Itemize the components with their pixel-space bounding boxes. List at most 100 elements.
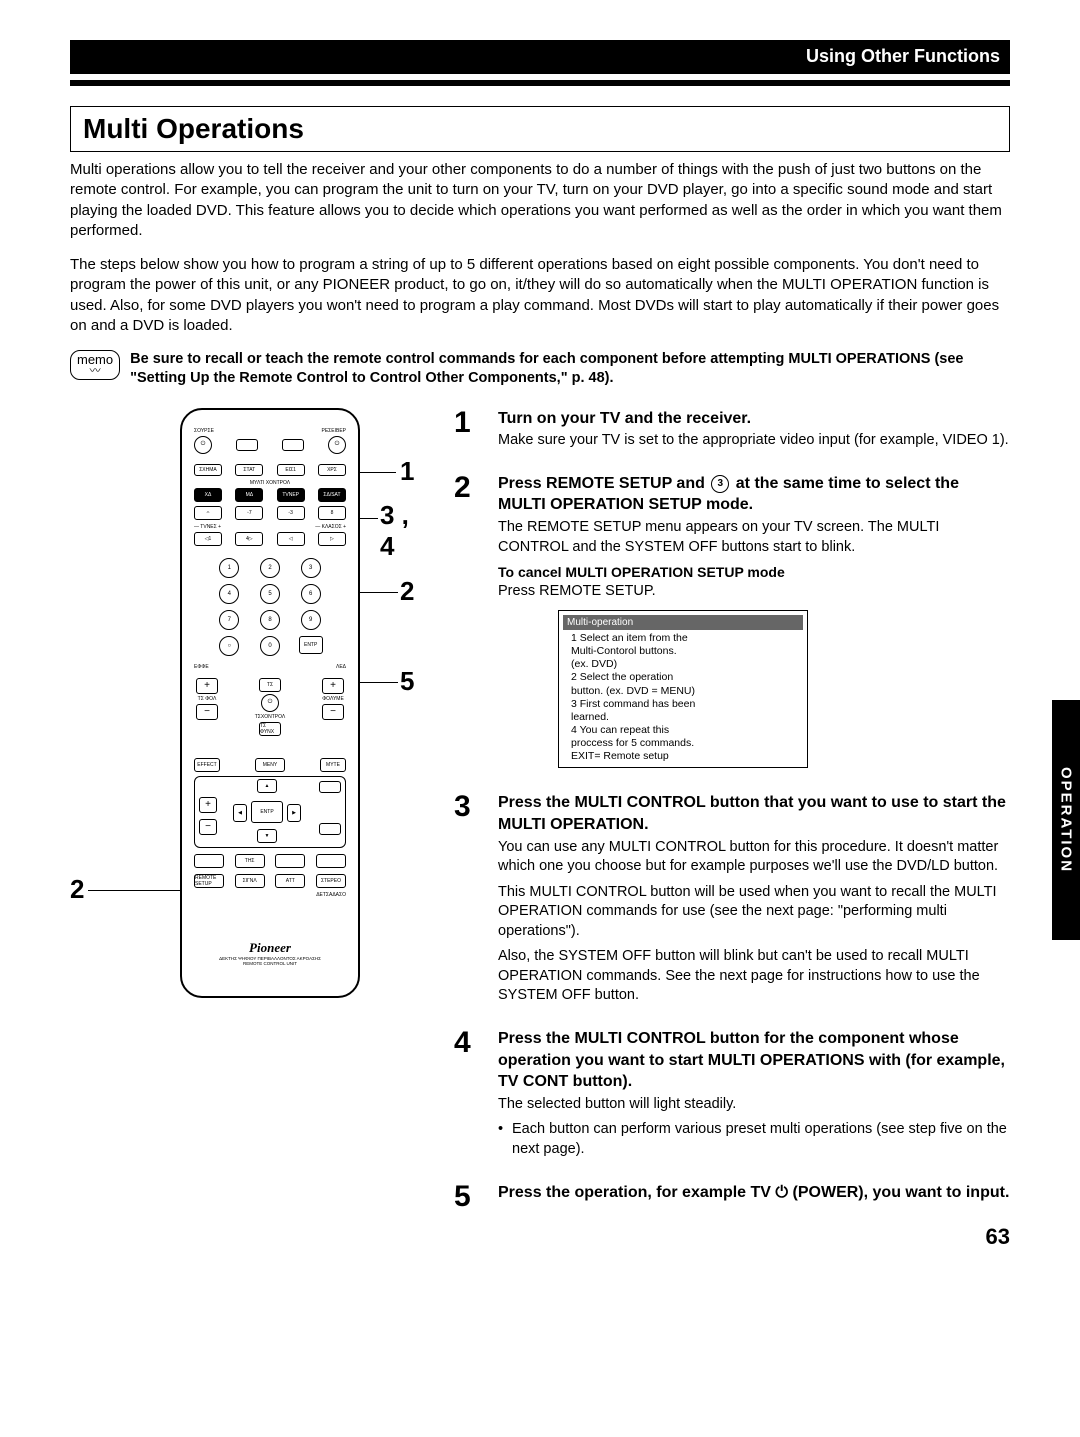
memo-row: memo 〰 Be sure to recall or teach the re… (70, 350, 1010, 388)
btn-small-2: ΣΤΑΤ (235, 464, 263, 476)
system-off-button (282, 439, 304, 451)
btn-2a: ΤΗΣ (235, 854, 265, 868)
callout-right-5: 5 (400, 666, 414, 697)
btn-small-3: ΕΙΣ1 (277, 464, 305, 476)
step-2-heading-a: Press REMOTE SETUP and (498, 475, 709, 492)
numpad-4: 4 (219, 584, 239, 604)
btn-2c (316, 854, 346, 868)
multi-btn-4: ΣΔ/SAT (318, 488, 346, 502)
numpad-9: 9 (301, 610, 321, 630)
btn-row4-1: ◁1 (194, 532, 222, 546)
callout-right-34: 3 , 4 (380, 500, 430, 562)
step-2-number: 2 (454, 473, 484, 777)
step-3-body3: Also, the SYSTEM OFF button will blink b… (498, 947, 1010, 1006)
remote-illustration-column: 2 1 3 , 4 2 5 ΣΟΥΡΣΕΡΕΣΕΙΒΕΡ (70, 408, 430, 1228)
step-2-body1: The REMOTE SETUP menu appears on your TV… (498, 518, 1010, 557)
multi-btn-1: ΧΔ (194, 488, 222, 502)
step-4-bullet: Each button can perform various preset m… (498, 1120, 1010, 1159)
step-1-body: Make sure your TV is set to the appropri… (498, 431, 1010, 451)
screen-line-4: button. (ex. DVD = MENU) (571, 685, 803, 698)
source-power-icon: ⏻ (194, 436, 212, 454)
multi-btn-6: ◦7 (235, 506, 263, 520)
remote-control-illustration: ΣΟΥΡΣΕΡΕΣΕΙΒΕΡ ⏻ ⏻ ΣΧΗΜΑ ΣΤΑΤ ΕΙΣ1 ΧΡΣ (180, 408, 360, 998)
page-title: Multi Operations (83, 113, 997, 145)
btn-row4-2: 4▷ (235, 532, 263, 546)
step-1-number: 1 (454, 408, 484, 457)
tv-power: ⏻ (261, 694, 279, 712)
btn-small-4: ΧΡΣ (318, 464, 346, 476)
cursor-minus: − (199, 819, 217, 835)
cursor-plus: + (199, 797, 217, 813)
step-5-heading: Press the operation, for example TV ⏻ (P… (498, 1182, 1010, 1204)
step-1: 1 Turn on your TV and the receiver. Make… (454, 408, 1010, 457)
power-icon: ⏻ (775, 1184, 788, 1201)
step-5: 5 Press the operation, for example TV ⏻ … (454, 1182, 1010, 1212)
step-5-heading-b: (POWER), you want to input. (788, 1184, 1009, 1201)
numpad-5: 5 (260, 584, 280, 604)
multi-btn-8: 8 (318, 506, 346, 520)
screen-title: Multi-operation (563, 615, 803, 631)
numpad-7: 7 (219, 610, 239, 630)
step-5-number: 5 (454, 1182, 484, 1212)
btn-row4-3: ◁ (277, 532, 305, 546)
numpad-0: 0 (260, 636, 280, 656)
multi-op-button (236, 439, 258, 451)
screen-line-2: (ex. DVD) (571, 658, 803, 671)
numpad-6: 6 (301, 584, 321, 604)
tv-func: ΤΣ ΦΥΝΧ (259, 722, 281, 736)
header-section-label: Using Other Functions (806, 46, 1000, 67)
step-3: 3 Press the MULTI CONTROL button that yo… (454, 792, 1010, 1012)
screen-line-7: 4 You can repeat this (571, 724, 803, 737)
step-2-subheading: To cancel MULTI OPERATION SETUP mode (498, 563, 1010, 582)
step-3-number: 3 (454, 792, 484, 1012)
callout-left-2: 2 (70, 874, 84, 905)
numpad-enter: ENTP (299, 636, 323, 654)
step-3-heading: Press the MULTI CONTROL button that you … (498, 792, 1010, 835)
level-button (319, 823, 341, 835)
btn-row4-4: ▷ (318, 532, 346, 546)
step-4-number: 4 (454, 1028, 484, 1165)
numpad-8: 8 (260, 610, 280, 630)
page-number: 63 (986, 1224, 1010, 1250)
btn-system (194, 854, 224, 868)
step-1-heading: Turn on your TV and the receiver. (498, 408, 1010, 430)
screen-lines: 1 Select an item from the Multi-Contorol… (563, 632, 803, 763)
memo-text: Be sure to recall or teach the remote co… (130, 350, 1010, 388)
header-divider (70, 80, 1010, 86)
cursor-left-icon: ◀ (233, 804, 247, 822)
memo-wave-icon: 〰 (90, 366, 101, 377)
menu-button: MENY (255, 758, 285, 772)
numpad-3-icon: 3 (711, 475, 729, 493)
tv-vol-up: + (196, 678, 218, 694)
steps-column: 1 Turn on your TV and the receiver. Make… (454, 408, 1010, 1228)
callout-line-left-2 (88, 890, 180, 891)
btn-att: ΑΤΤ (275, 874, 305, 888)
tv-screen-box: Multi-operation 1 Select an item from th… (558, 610, 808, 769)
memo-badge: memo 〰 (70, 350, 120, 380)
intro-paragraph-2: The steps below show you how to program … (70, 255, 1010, 336)
step-5-heading-a: Press the operation, for example TV (498, 1184, 775, 1201)
screen-line-9: EXIT= Remote setup (571, 750, 803, 763)
btn-signal: ΣΙΓΝΛ (235, 874, 265, 888)
mute-button: MYTE (320, 758, 346, 772)
step-3-body2: This MULTI CONTROL button will be used w… (498, 883, 1010, 942)
side-tab-operation: OPERATION (1052, 700, 1080, 940)
screen-line-6: learned. (571, 711, 803, 724)
step-2-heading: Press REMOTE SETUP and 3 at the same tim… (498, 473, 1010, 516)
cursor-right-icon: ▶ (287, 804, 301, 822)
screen-line-0: 1 Select an item from the (571, 632, 803, 645)
numpad-clear: ○ (219, 636, 239, 656)
multi-btn-2: ΜΔ (235, 488, 263, 502)
step-4-body1: The selected button will light steadily. (498, 1095, 1010, 1115)
step-4: 4 Press the MULTI CONTROL button for the… (454, 1028, 1010, 1165)
multi-btn-5: 𝄐 (194, 506, 222, 520)
callout-right-1: 1 (400, 456, 414, 487)
screen-line-5: 3 First command has been (571, 698, 803, 711)
numpad-3: 3 (301, 558, 321, 578)
vol-up: + (322, 678, 344, 694)
multi-btn-3: TVNEP (277, 488, 305, 502)
enter-button: ENTP (251, 801, 283, 823)
step-2: 2 Press REMOTE SETUP and 3 at the same t… (454, 473, 1010, 777)
step-3-body1: You can use any MULTI CONTROL button for… (498, 838, 1010, 877)
screen-line-8: proccess for 5 commands. (571, 737, 803, 750)
